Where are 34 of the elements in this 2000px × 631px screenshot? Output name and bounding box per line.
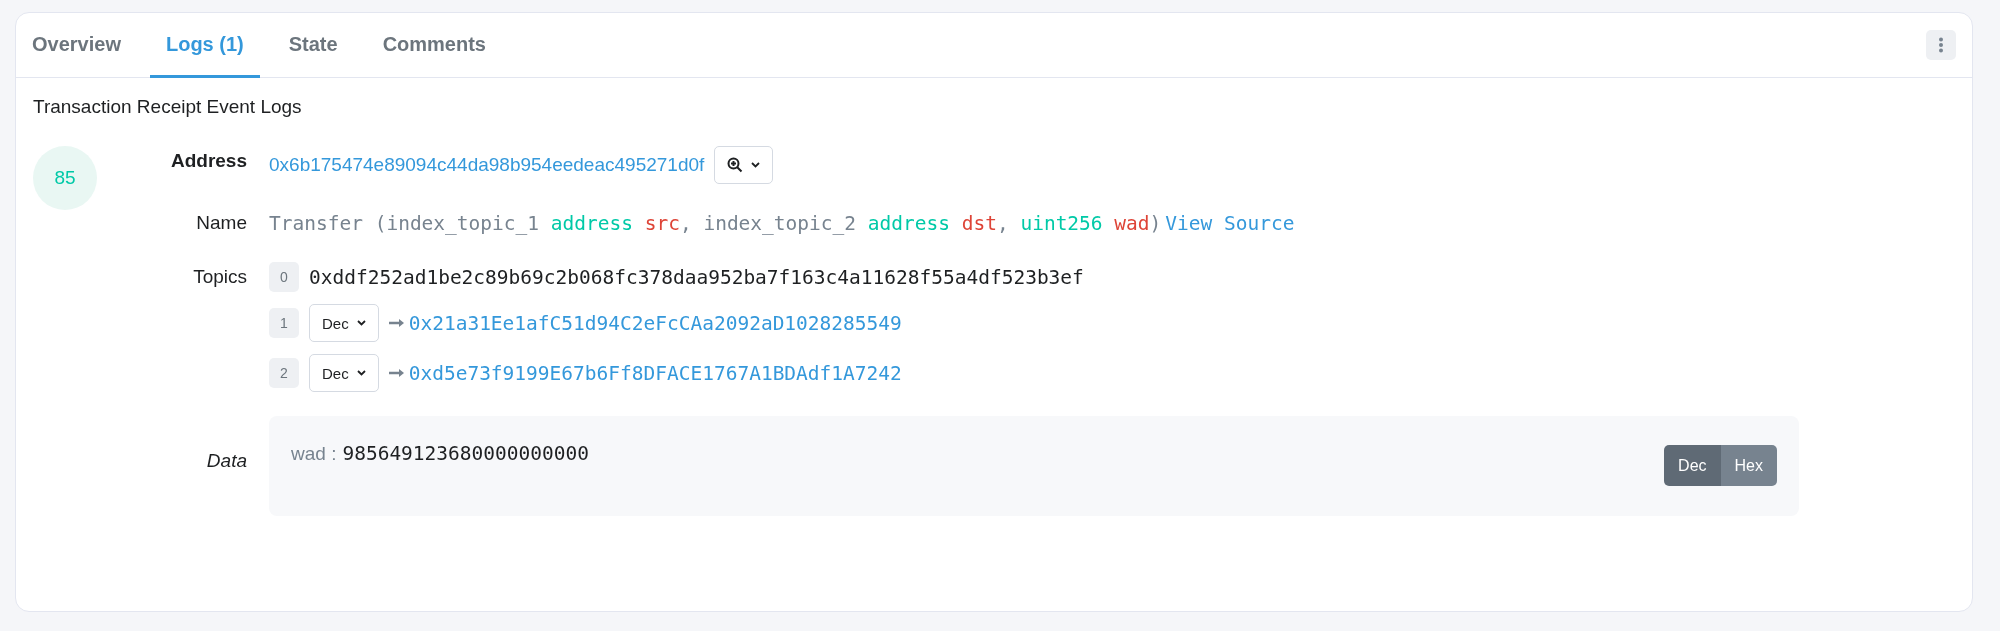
topic-hash: 0xddf252ad1be2c89b69c2b068fc378daa952ba7f163c4a11628f55a4df523b3ef (309, 265, 1084, 289)
tab[interactable]: Overview (16, 13, 137, 78)
address-label: Address (169, 149, 247, 173)
caret-icon (751, 162, 761, 168)
arrow-right-icon (388, 318, 405, 328)
section-title: Transaction Receipt Event Logs (33, 96, 303, 118)
topic-index: 0 (269, 262, 299, 292)
caret-icon (356, 320, 366, 326)
view-source-link[interactable]: View Source (1165, 211, 1295, 235)
name-label: Name (195, 211, 247, 235)
topic-index: 1 (269, 308, 299, 338)
event-signature: Transfer (index_topic_1 address src, index_topic_2 address dst, uint256 wad) (269, 211, 1162, 235)
format-dropdown[interactable]: Dec (309, 304, 379, 342)
tab[interactable]: State (272, 13, 354, 78)
more-icon (1938, 37, 1944, 53)
topic-address-link[interactable]: 0x21a31Ee1afC51d94C2eFcCAa2092aD1028285549 (408, 311, 902, 335)
zoom-in-icon (727, 157, 744, 173)
format-toggle[interactable]: Dec (1664, 445, 1721, 486)
topic-address-link[interactable]: 0xd5e73f9199E67b6Ff8DFACE1767A1BDAdf1A7242 (408, 361, 902, 385)
data-field-value: 985649123680000000000 (342, 442, 589, 465)
topics-label: Topics (192, 265, 247, 289)
data-field-name: wad : (291, 443, 337, 465)
format-toggle[interactable]: Hex (1720, 445, 1777, 486)
tab[interactable]: Comments (366, 13, 502, 78)
caret-icon (356, 370, 366, 376)
address-link[interactable]: 0x6b175474e89094c44da98b954eedeac495271d0f (269, 154, 705, 176)
arrow-right-icon (388, 368, 405, 378)
data-label: Data (205, 449, 247, 473)
log-index: 85 (33, 146, 97, 210)
topic-index: 2 (269, 358, 299, 388)
tab[interactable]: Logs (1) (149, 13, 260, 78)
format-dropdown[interactable]: Dec (309, 354, 379, 392)
search-dropdown[interactable] (714, 146, 774, 184)
more-button[interactable] (1926, 30, 1956, 60)
